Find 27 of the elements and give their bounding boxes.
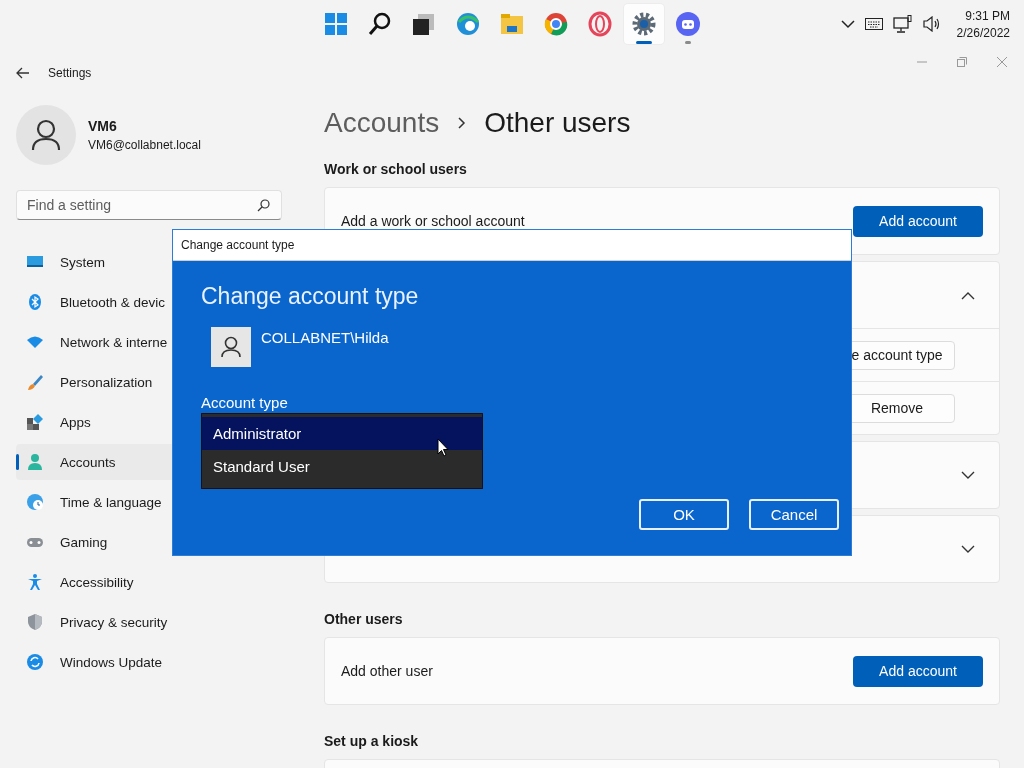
add-account-button[interactable]: Add account [853,205,983,237]
breadcrumb-parent[interactable]: Accounts [324,107,440,139]
nav-item[interactable]: Accessibility [16,564,306,600]
section-heading: Other users [324,610,404,629]
section-heading: Set up a kiosk [324,732,420,751]
dialog-title: Change account type [181,238,295,252]
clock-date: 2/26/2022 [956,25,1010,40]
add-account-button[interactable]: Add account [853,655,983,687]
page-title: Other users [484,107,631,139]
dialog-heading: Change account type [201,283,420,310]
user-name: COLLABNET\Hilda [261,329,389,348]
clock-time: 9:31 PM [965,8,1010,23]
nav-item[interactable]: Windows Update [16,644,306,680]
card-label: Add a work or school account [341,213,525,229]
section-heading: Work or school users [324,160,468,179]
field-label: Account type [201,394,289,411]
nav-item[interactable]: Gaming [16,524,306,560]
search-field[interactable]: Find a setting [16,190,282,220]
card-label: Add other user [341,663,433,679]
profile-email: VM6@collabnet.local [88,138,201,152]
dialog-button[interactable]: OK [639,499,729,530]
dialog-button[interactable]: Cancel [749,499,839,530]
profile-name: VM6 [88,118,118,134]
window-title: Settings [48,66,92,80]
nav-item[interactable]: Privacy & security [16,604,306,640]
list-option[interactable]: Administrator [202,417,482,450]
account-type-list[interactable]: Administrator Standard User [201,413,483,489]
